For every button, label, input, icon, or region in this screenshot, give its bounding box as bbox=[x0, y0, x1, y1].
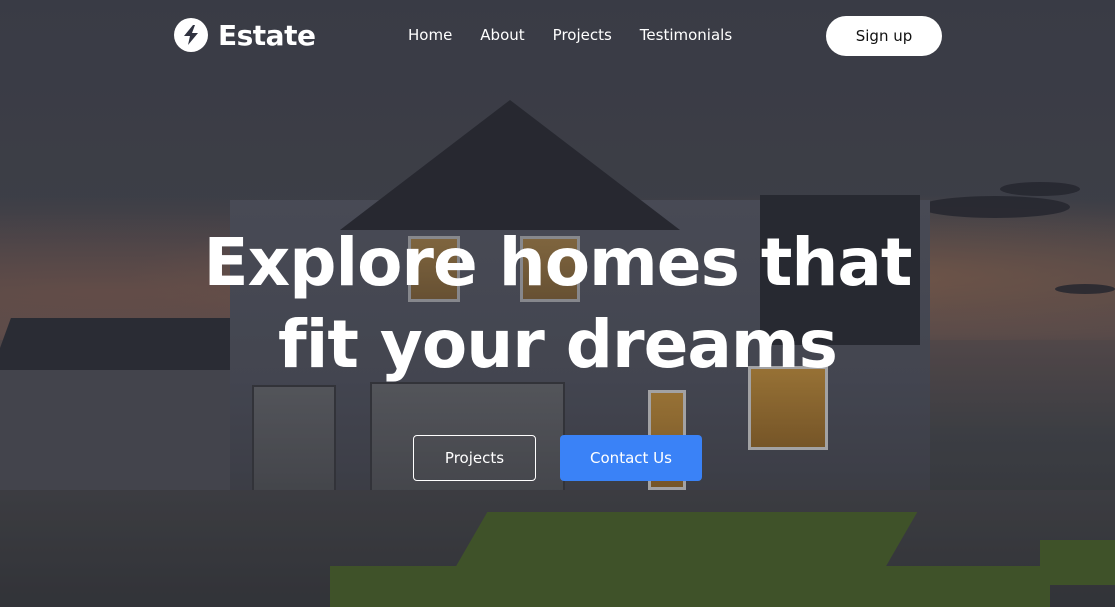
top-navigation: Estate Home About Projects Testimonials … bbox=[0, 0, 1115, 72]
lightning-bolt-icon bbox=[174, 18, 208, 52]
contact-us-button[interactable]: Contact Us bbox=[560, 435, 702, 481]
nav-link-about[interactable]: About bbox=[480, 26, 524, 44]
signup-button[interactable]: Sign up bbox=[826, 16, 942, 56]
nav-link-projects[interactable]: Projects bbox=[553, 26, 612, 44]
projects-button[interactable]: Projects bbox=[413, 435, 536, 481]
headline-line-2: fit your dreams bbox=[278, 306, 838, 383]
nav-link-home[interactable]: Home bbox=[408, 26, 452, 44]
brand-name: Estate bbox=[218, 18, 316, 52]
main-menu: Home About Projects Testimonials bbox=[408, 26, 732, 44]
hero-headline: Explore homes that fit your dreams bbox=[0, 222, 1115, 386]
nav-link-testimonials[interactable]: Testimonials bbox=[640, 26, 732, 44]
headline-line-1: Explore homes that bbox=[203, 224, 913, 301]
brand-logo[interactable]: Estate bbox=[174, 18, 316, 52]
